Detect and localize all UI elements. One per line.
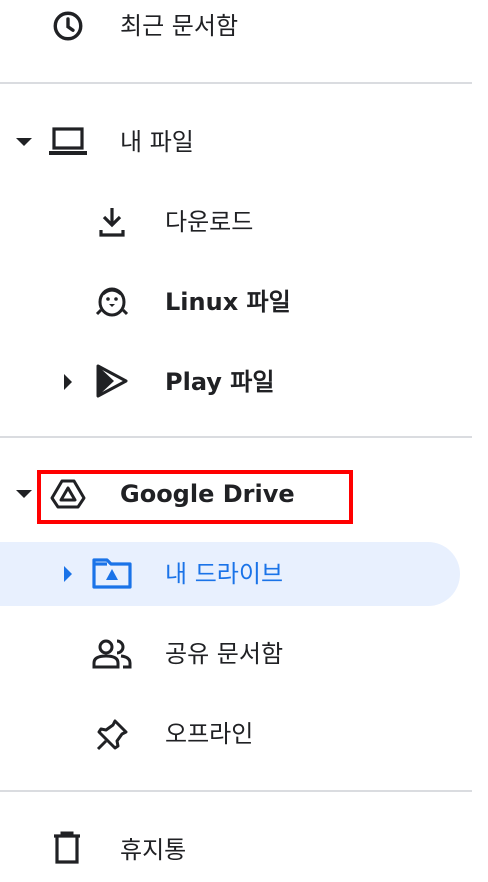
caret-down-icon[interactable] [15,136,33,148]
laptop-icon [49,127,87,155]
play-icon [96,364,128,398]
caret-right-icon[interactable] [62,373,74,391]
nav-item-label: 휴지통 [120,836,187,864]
clock-icon [53,11,83,41]
selection-highlight-box [37,470,353,524]
divider [0,436,472,438]
nav-item-recent[interactable]: 최근 문서함 [0,0,472,58]
people-icon [92,639,132,669]
nav-item-play-files[interactable]: Play 파일 [0,350,472,414]
caret-down-icon[interactable] [15,488,33,500]
divider [0,82,472,84]
nav-item-my-files[interactable]: 내 파일 [0,110,472,174]
nav-item-label: 최근 문서함 [120,12,239,40]
nav-item-label: Play 파일 [165,368,275,396]
nav-item-label: 내 파일 [120,128,194,156]
pin-icon [96,719,128,751]
nav-item-label: 내 드라이브 [165,560,284,588]
nav-item-downloads[interactable]: 다운로드 [0,190,472,254]
nav-item-label: 공유 문서함 [165,640,284,668]
nav-item-label: Linux 파일 [165,288,291,316]
nav-item-trash[interactable]: 휴지통 [0,818,472,882]
nav-item-offline[interactable]: 오프라인 [0,702,472,766]
drive-folder-icon [92,558,132,589]
penguin-icon [95,287,129,317]
nav-item-label: 오프라인 [165,720,254,748]
divider [0,790,472,792]
nav-item-my-drive[interactable]: 내 드라이브 [0,542,460,606]
nav-item-label: 다운로드 [165,208,254,236]
trash-icon [54,831,80,864]
nav-item-linux-files[interactable]: Linux 파일 [0,270,472,334]
download-icon [99,208,125,237]
nav-item-shared[interactable]: 공유 문서함 [0,622,472,686]
caret-right-icon[interactable] [62,565,74,583]
